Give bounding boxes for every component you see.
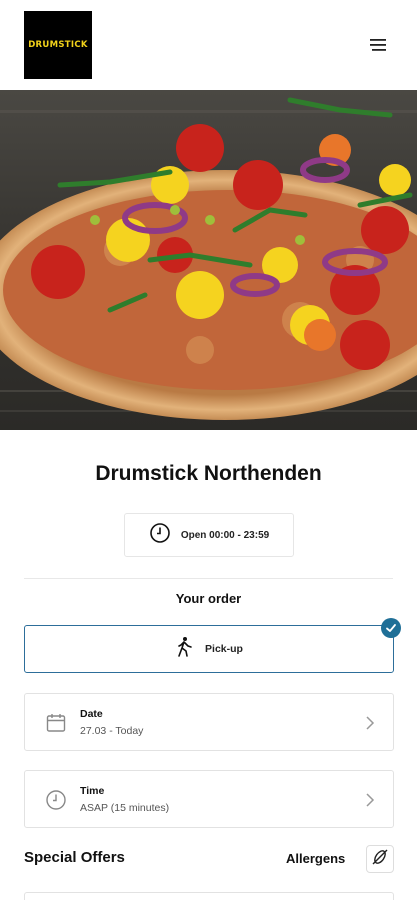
clock-icon (149, 522, 171, 549)
allergens-filter-button[interactable] (366, 845, 394, 873)
app-header: DRUMSTICK (0, 0, 417, 90)
chevron-right-icon (365, 715, 375, 731)
pickup-option-button[interactable]: Pick-up (24, 625, 394, 673)
pickup-label: Pick-up (205, 643, 243, 655)
offers-card-partial[interactable] (24, 892, 394, 900)
date-value: 27.03 - Today (80, 725, 144, 737)
opening-hours-text: Open 00:00 - 23:59 (180, 529, 270, 541)
selected-checkmark-icon (381, 618, 401, 638)
your-order-heading: Your order (175, 591, 242, 606)
time-value: ASAP (15 minutes) (80, 802, 170, 814)
allergen-icon (370, 847, 390, 872)
walking-person-icon (175, 636, 193, 663)
clock-icon (45, 789, 67, 811)
calendar-icon (45, 712, 67, 734)
opening-hours-badge: Open 00:00 - 23:59 (124, 513, 294, 557)
time-selector[interactable]: Time ASAP (15 minutes) (24, 770, 394, 828)
special-offers-heading[interactable]: Special Offers (24, 849, 125, 866)
restaurant-name: Drumstick Northenden (95, 462, 322, 485)
date-label: Date (80, 708, 103, 720)
section-divider (24, 578, 393, 579)
allergens-link[interactable]: Allergens (286, 851, 345, 866)
chevron-right-icon (365, 792, 375, 808)
hero-pizza-image (0, 90, 417, 430)
time-label: Time (80, 785, 105, 797)
hamburger-menu-icon[interactable] (366, 36, 390, 54)
drumstick-logo[interactable]: DRUMSTICK (24, 11, 92, 79)
date-selector[interactable]: Date 27.03 - Today (24, 693, 394, 751)
logo-text: DRUMSTICK (28, 40, 88, 50)
